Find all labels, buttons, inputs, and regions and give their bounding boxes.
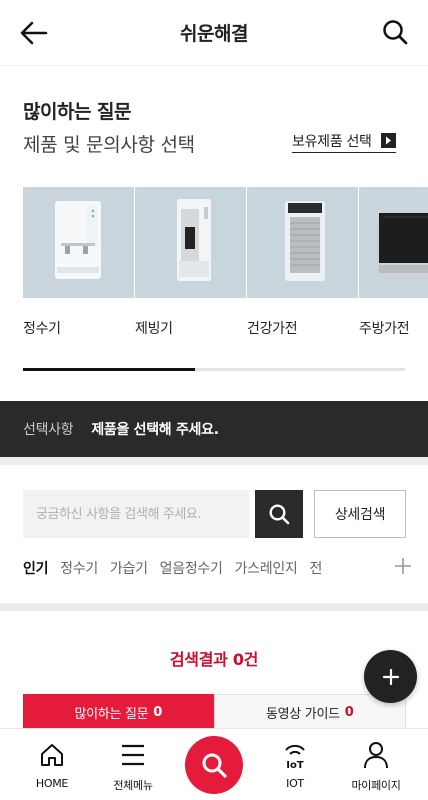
tab-count: 0 [344, 705, 354, 720]
hamburger-menu-icon [98, 741, 168, 769]
carousel-progress-fill [23, 368, 195, 371]
air-purifier-image [247, 187, 358, 298]
nav-home[interactable]: HOME [17, 741, 87, 790]
tab-faq[interactable]: 많이하는 질문 0 [23, 694, 214, 730]
tab-label: 많이하는 질문 [74, 706, 149, 722]
search-icon[interactable] [382, 19, 408, 45]
iot-icon: IoT [260, 741, 330, 769]
search-result-count: 검색결과 0건 [169, 650, 259, 669]
search-input[interactable] [36, 506, 249, 522]
category-label: 주방가전 [359, 321, 410, 337]
nav-search-button[interactable] [185, 736, 243, 794]
selection-message: 제품을 선택해 주세요. [91, 422, 219, 438]
nav-iot[interactable]: IoT IOT [260, 741, 330, 790]
result-tabs: 많이하는 질문 0 동영상 가이드 0 [23, 694, 406, 730]
page-title: 쉬운해결 [180, 23, 248, 45]
water-purifier-image [23, 187, 134, 298]
keyword-chip[interactable]: 가스레인지 [235, 558, 298, 578]
section-divider [0, 603, 428, 611]
plus-icon[interactable] [393, 556, 413, 576]
owned-product-select-link[interactable]: 보유제품 선택 [292, 131, 396, 153]
keyword-chip[interactable]: 가습기 [110, 558, 148, 578]
faq-title: 많이하는 질문 [23, 101, 132, 123]
category-health-appliance[interactable]: 건강가전 [247, 187, 358, 338]
section-divider [0, 457, 428, 465]
keyword-chip[interactable]: 얼음정수기 [160, 558, 223, 578]
search-icon [202, 753, 227, 778]
search-icon [269, 504, 290, 525]
search-field[interactable] [23, 490, 249, 538]
nav-all-menu[interactable]: 전체메뉴 [98, 741, 168, 793]
category-kitchen-appliance[interactable]: 주방가전 [359, 187, 428, 338]
selection-bar: 선택사항 제품을 선택해 주세요. [0, 401, 428, 457]
category-label: 제빙기 [135, 321, 173, 337]
nav-mypage[interactable]: 마이페이지 [341, 741, 411, 793]
keyword-list: 인기 정수기 가습기 얼음정수기 가스레인지 전 [23, 558, 375, 578]
ice-maker-image [135, 187, 246, 298]
tab-count: 0 [153, 704, 163, 720]
header: 쉬운해결 [0, 0, 428, 66]
floating-plus-button[interactable] [364, 650, 417, 703]
detail-search-button[interactable]: 상세검색 [314, 490, 406, 538]
faq-subtitle: 제품 및 문의사항 선택 [23, 134, 195, 156]
nav-label: HOME [35, 777, 69, 790]
category-water-purifier[interactable]: 정수기 [23, 187, 134, 338]
owned-product-label: 보유제품 선택 [292, 133, 372, 150]
plus-icon [382, 668, 399, 685]
category-ice-maker[interactable]: 제빙기 [135, 187, 246, 338]
keyword-chip[interactable]: 인기 [23, 558, 48, 578]
user-icon [341, 741, 411, 769]
home-icon [17, 741, 87, 769]
nav-label: 마이페이지 [351, 779, 401, 792]
oven-image [359, 187, 428, 298]
svg-text:IoT: IoT [286, 760, 304, 769]
keyword-chip[interactable]: 전 [309, 558, 322, 578]
nav-label: IOT [286, 777, 304, 790]
carousel-progress-bar [23, 368, 405, 371]
category-label: 정수기 [23, 321, 61, 337]
selection-label: 선택사항 [23, 422, 74, 438]
keyword-bar: 인기 정수기 가습기 얼음정수기 가스레인지 전 [23, 556, 413, 580]
search-button[interactable] [255, 490, 303, 538]
category-carousel[interactable]: 정수기 제빙기 건강가전 주방가전 [23, 187, 428, 347]
nav-label: 전체메뉴 [113, 779, 153, 792]
tab-label: 동영상 가이드 [265, 707, 340, 722]
chevron-right-icon [380, 133, 396, 148]
category-label: 건강가전 [247, 321, 298, 337]
keyword-chip[interactable]: 정수기 [60, 558, 98, 578]
